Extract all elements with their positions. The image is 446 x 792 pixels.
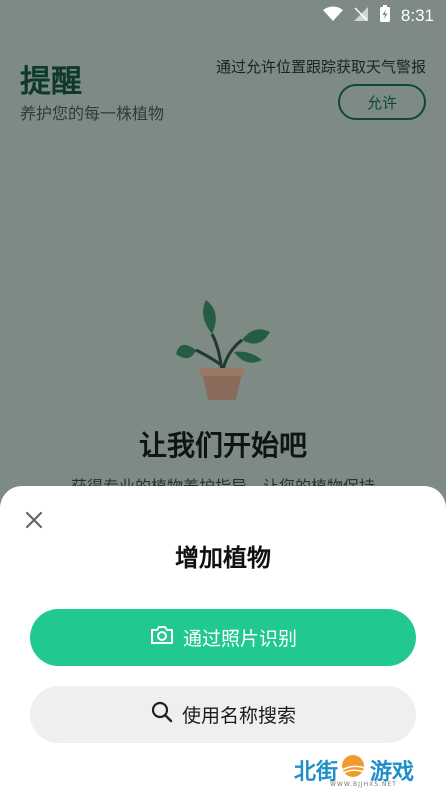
camera-icon — [149, 623, 175, 652]
close-icon[interactable] — [22, 508, 46, 532]
sheet-title: 增加植物 — [175, 544, 271, 572]
allow-location-button[interactable]: 允许 — [338, 84, 426, 120]
page-subtitle: 养护您的每一株植物 — [20, 104, 165, 123]
empty-state-title: 让我们开始吧 — [138, 429, 307, 462]
page-title: 提醒 — [20, 64, 82, 100]
add-plant-sheet: 增加植物 通过照片识别 使用名称搜索 北街 游戏 WWW.BJJHXS.NET — [0, 486, 446, 792]
identify-by-photo-label: 通过照片识别 — [182, 628, 297, 650]
clock: 8:31 — [400, 6, 434, 25]
watermark-logo: 北街 游戏 WWW.BJJHXS.NET — [294, 754, 414, 788]
empty-state-description: 获得专业的植物养护指导，让您的植物保持 — [0, 472, 446, 486]
search-icon — [150, 700, 174, 729]
search-by-name-label: 使用名称搜索 — [181, 705, 296, 727]
weather-alert-note: 通过允许位置跟踪获取天气警报 — [215, 58, 426, 76]
search-by-name-button[interactable]: 使用名称搜索 — [30, 686, 416, 743]
potted-plant-illustration — [170, 294, 274, 404]
signal-icon — [353, 6, 369, 26]
status-bar: 8:31 — [0, 0, 446, 32]
wifi-icon — [322, 6, 343, 26]
battery-icon — [379, 5, 391, 27]
watermark-url: WWW.BJJHXS.NET — [329, 781, 397, 788]
identify-by-photo-button[interactable]: 通过照片识别 — [30, 609, 416, 666]
